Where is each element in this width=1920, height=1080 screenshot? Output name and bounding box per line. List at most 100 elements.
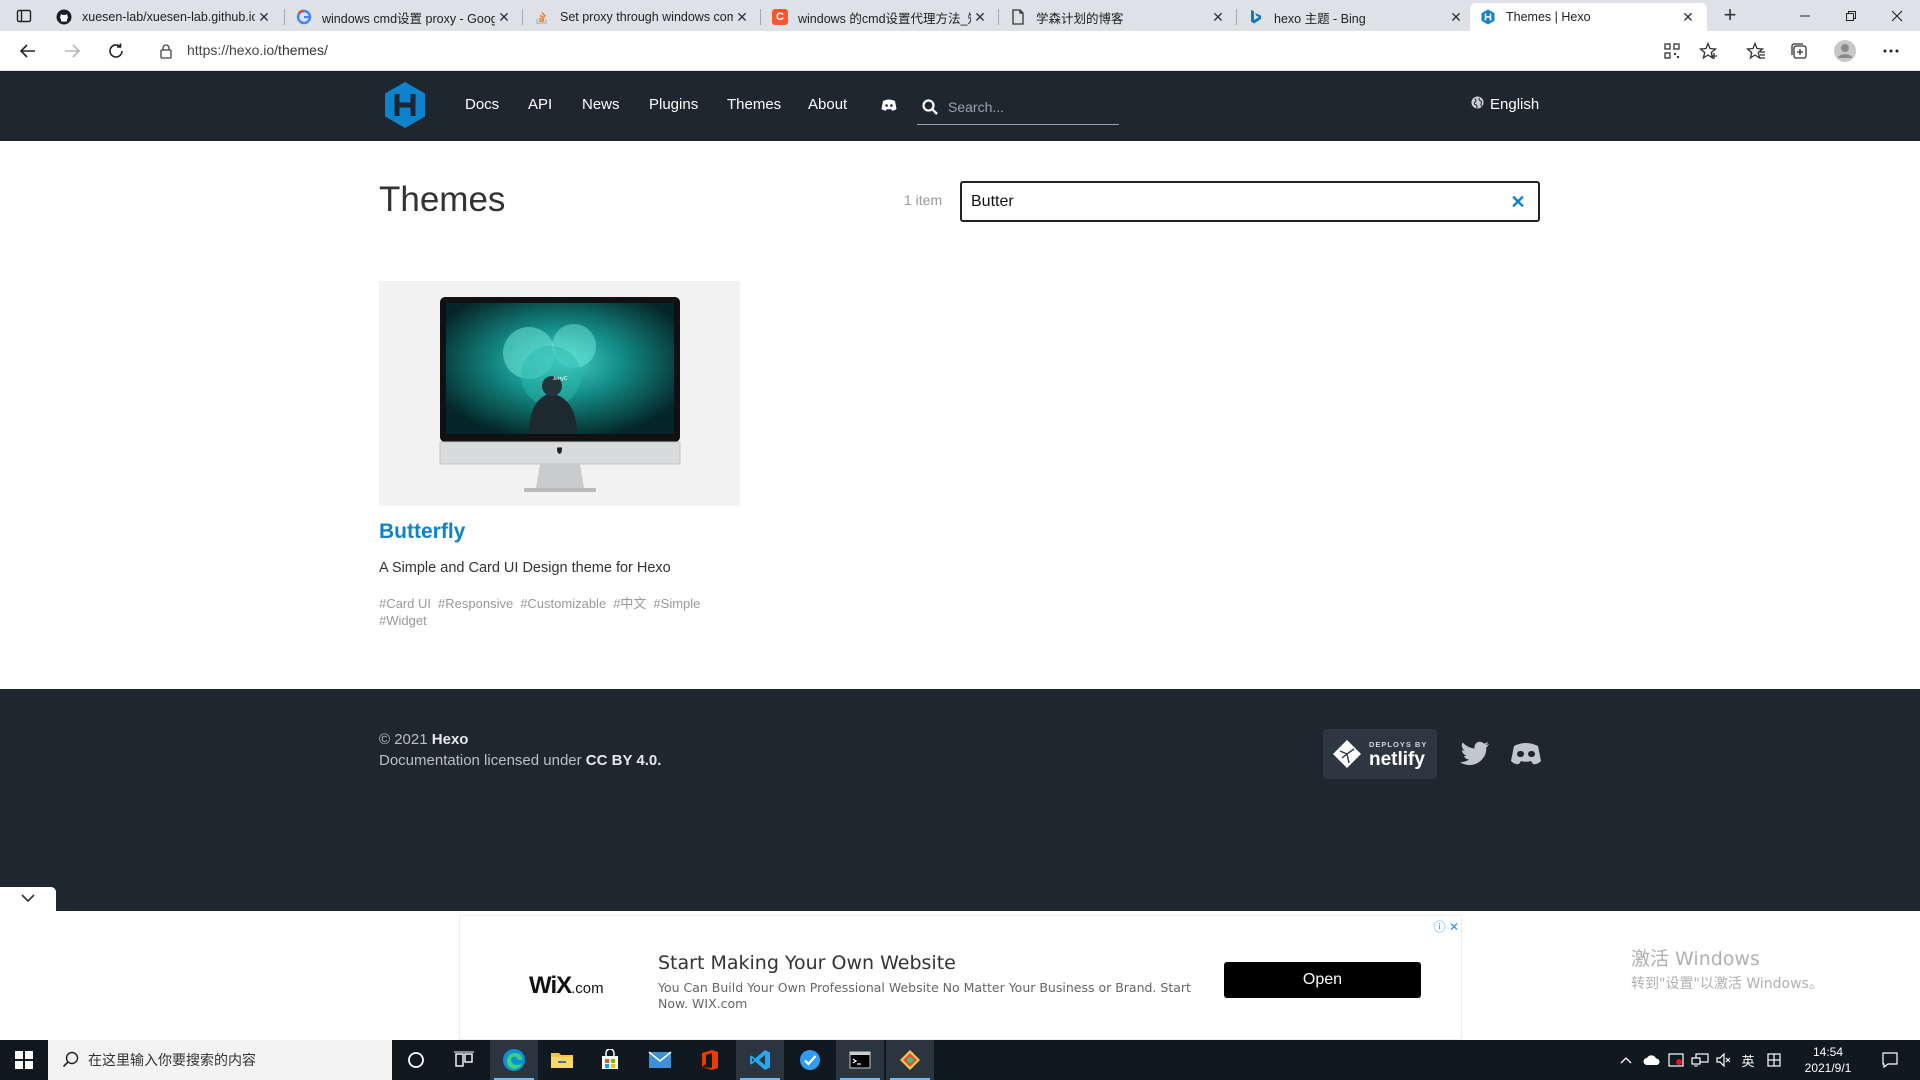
activation-subtitle: 转到"设置"以激活 Windows。 bbox=[1631, 976, 1823, 992]
task-view-icon[interactable] bbox=[440, 1040, 488, 1080]
browser-tab[interactable]: C windows 的cmd设置代理方法_知 ✕ bbox=[762, 3, 999, 31]
favorites-icon[interactable] bbox=[1741, 37, 1771, 65]
restore-window-icon[interactable] bbox=[1828, 0, 1874, 31]
tag-link[interactable]: #Customizable bbox=[520, 596, 606, 611]
terminal-icon[interactable] bbox=[836, 1040, 884, 1080]
theme-preview-image[interactable]: JerryC bbox=[379, 281, 740, 506]
volume-muted-icon[interactable] bbox=[1712, 1040, 1736, 1080]
site-footer: © 2021 Hexo Documentation licensed under… bbox=[0, 689, 1920, 911]
browser-tab[interactable]: windows cmd设置 proxy - Google ✕ bbox=[286, 3, 523, 31]
tab-actions-menu-icon[interactable] bbox=[12, 6, 36, 26]
tag-link[interactable]: #Simple bbox=[653, 596, 700, 611]
network-icon[interactable] bbox=[1688, 1040, 1712, 1080]
hexo-logo-icon[interactable] bbox=[383, 81, 427, 129]
windows-start-icon[interactable] bbox=[0, 1040, 48, 1080]
stackoverflow-icon bbox=[534, 9, 550, 25]
nav-about[interactable]: About bbox=[808, 96, 847, 113]
clear-filter-icon[interactable]: ✕ bbox=[1508, 192, 1528, 212]
language-selector[interactable]: English bbox=[1471, 96, 1539, 113]
tab-title: hexo 主题 - Bing bbox=[1274, 11, 1366, 26]
license-link[interactable]: CC BY 4.0. bbox=[586, 752, 662, 769]
wix-logo: WiX.com bbox=[529, 972, 604, 1000]
nav-news[interactable]: News bbox=[582, 96, 620, 113]
taskbar-search-placeholder: 在这里输入你要搜索的内容 bbox=[88, 1052, 256, 1068]
discord-icon[interactable] bbox=[881, 98, 897, 117]
ad-open-button[interactable]: Open bbox=[1224, 962, 1421, 998]
profile-avatar-icon[interactable] bbox=[1830, 37, 1860, 65]
theme-tags: #Card UI #Responsive #Customizable #中文 #Simp… bbox=[379, 595, 759, 629]
ad-banner[interactable]: WiX.com Start Making Your Own Website Yo… bbox=[459, 915, 1462, 1040]
tab-title: windows 的cmd设置代理方法_知 bbox=[798, 11, 971, 26]
tag-link[interactable]: #Responsive bbox=[438, 596, 513, 611]
microsoft-store-icon[interactable] bbox=[586, 1040, 634, 1080]
nav-themes[interactable]: Themes bbox=[727, 96, 781, 113]
language-label: English bbox=[1490, 96, 1540, 113]
tag-link[interactable]: #Widget bbox=[379, 613, 427, 628]
browser-tab[interactable]: Set proxy through windows com ✕ bbox=[524, 3, 761, 31]
close-tab-icon[interactable]: ✕ bbox=[495, 9, 513, 26]
close-tab-icon[interactable]: ✕ bbox=[1679, 9, 1697, 26]
theme-filter-input[interactable] bbox=[971, 191, 1471, 213]
nav-api[interactable]: API bbox=[528, 96, 552, 113]
refresh-icon[interactable] bbox=[101, 37, 131, 65]
close-tab-icon[interactable]: ✕ bbox=[733, 9, 751, 26]
mail-icon[interactable] bbox=[636, 1040, 684, 1080]
activation-title: 激活 Windows bbox=[1631, 948, 1760, 970]
browser-tab[interactable]: hexo 主题 - Bing ✕ bbox=[1238, 3, 1475, 31]
collapse-ad-button[interactable] bbox=[0, 887, 56, 911]
qr-code-icon[interactable] bbox=[1657, 37, 1687, 65]
onedrive-icon[interactable] bbox=[1640, 1040, 1664, 1080]
tag-link[interactable]: #中文 bbox=[613, 596, 646, 611]
theme-name-link[interactable]: Butterfly bbox=[379, 520, 465, 544]
nav-plugins[interactable]: Plugins bbox=[649, 96, 698, 113]
add-favorite-icon[interactable] bbox=[1694, 37, 1724, 65]
notification-center-icon[interactable] bbox=[1870, 1040, 1910, 1080]
tag-link[interactable]: #Card UI bbox=[379, 596, 431, 611]
taskbar-search-box[interactable]: 在这里输入你要搜索的内容 bbox=[48, 1040, 392, 1080]
input-method-indicator[interactable]: 英 bbox=[1736, 1040, 1760, 1080]
cortana-icon[interactable] bbox=[392, 1040, 440, 1080]
close-tab-icon[interactable]: ✕ bbox=[971, 9, 989, 26]
theme-description: A Simple and Card UI Design theme for He… bbox=[379, 560, 671, 576]
ad-choices-icon[interactable]: ⓘ ✕ bbox=[1434, 918, 1459, 935]
close-tab-icon[interactable]: ✕ bbox=[255, 9, 273, 26]
wix-brand: WiX bbox=[529, 972, 572, 999]
close-tab-icon[interactable]: ✕ bbox=[1447, 9, 1465, 26]
close-tab-icon[interactable]: ✕ bbox=[1209, 9, 1227, 26]
browser-tab-active[interactable]: Themes | Hexo ✕ bbox=[1470, 3, 1707, 31]
bing-icon bbox=[1248, 9, 1264, 25]
vscode-icon[interactable] bbox=[736, 1040, 784, 1080]
discord-footer-icon[interactable] bbox=[1510, 741, 1542, 769]
globe-icon bbox=[1471, 96, 1484, 113]
back-arrow-icon[interactable] bbox=[13, 37, 43, 65]
browser-tab-strip: xuesen-lab/xuesen-lab.github.io ✕ window… bbox=[0, 0, 1920, 31]
input-mode-grid-icon[interactable] bbox=[1762, 1040, 1786, 1080]
security-tray-icon[interactable] bbox=[1664, 1040, 1688, 1080]
lock-icon[interactable] bbox=[151, 37, 181, 65]
edge-browser-icon[interactable] bbox=[490, 1040, 538, 1080]
minimize-window-icon[interactable] bbox=[1782, 0, 1828, 31]
more-options-icon[interactable] bbox=[1876, 37, 1906, 65]
site-search-input[interactable] bbox=[948, 97, 1113, 117]
tray-overflow-chevron-icon[interactable] bbox=[1614, 1040, 1638, 1080]
file-explorer-icon[interactable] bbox=[538, 1040, 586, 1080]
collections-icon[interactable] bbox=[1784, 37, 1814, 65]
address-bar[interactable]: https://hexo.io/themes/ bbox=[187, 42, 328, 58]
browser-tab[interactable]: 学森计划的博客 ✕ bbox=[1000, 3, 1237, 31]
netlify-badge[interactable]: DEPLOYS BY netlify bbox=[1323, 729, 1437, 779]
footer-brand-link[interactable]: Hexo bbox=[432, 731, 469, 748]
browser-tab[interactable]: xuesen-lab/xuesen-lab.github.io ✕ bbox=[46, 3, 283, 31]
close-window-icon[interactable] bbox=[1874, 0, 1920, 31]
twitter-icon[interactable] bbox=[1460, 741, 1492, 769]
system-clock[interactable]: 14:54 2021/9/1 bbox=[1788, 1044, 1868, 1076]
office-icon[interactable] bbox=[686, 1040, 734, 1080]
git-kraken-icon[interactable] bbox=[886, 1040, 934, 1080]
todo-app-icon[interactable] bbox=[786, 1040, 834, 1080]
ad-headline[interactable]: Start Making Your Own Website bbox=[658, 952, 956, 974]
clock-time: 14:54 bbox=[1812, 1045, 1844, 1059]
wix-brand-suffix: .com bbox=[571, 980, 604, 997]
nav-docs[interactable]: Docs bbox=[465, 96, 499, 113]
new-tab-button[interactable]: + bbox=[1716, 4, 1744, 28]
tab-title: windows cmd设置 proxy - Google bbox=[322, 11, 495, 26]
forward-arrow-icon[interactable] bbox=[57, 37, 87, 65]
